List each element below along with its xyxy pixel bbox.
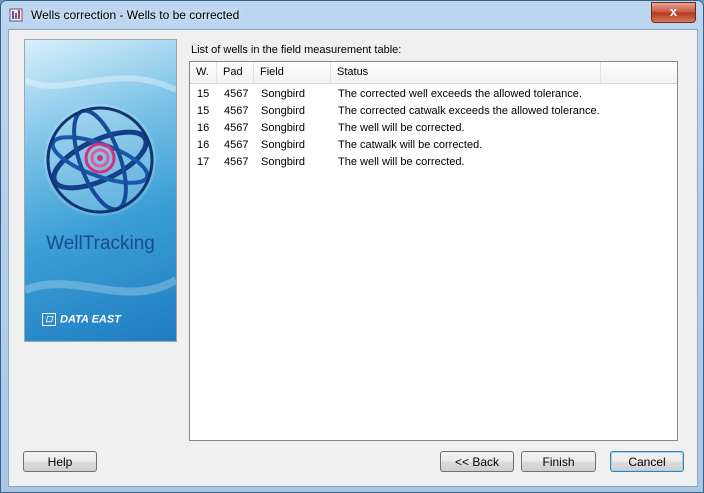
cell-status: The catwalk will be corrected. xyxy=(338,139,483,151)
company-mark-icon: ☐ xyxy=(42,313,56,326)
cell-w: 16 xyxy=(197,139,210,151)
list-header: W. Pad Field Status xyxy=(190,62,677,84)
table-row[interactable]: 15 4567 Songbird The corrected well exce… xyxy=(190,86,677,103)
cell-field: Songbird xyxy=(261,105,306,117)
cell-w: 15 xyxy=(197,105,210,117)
product-banner: WellTracking ☐ DATA EAST xyxy=(24,39,177,342)
cell-field: Songbird xyxy=(261,156,306,168)
cell-status: The corrected well exceeds the allowed t… xyxy=(338,88,582,100)
cell-pad: 4567 xyxy=(224,156,249,168)
cell-w: 17 xyxy=(197,156,210,168)
dialog-window: Wells correction - Wells to be corrected… xyxy=(0,0,704,493)
company-logo: ☐ DATA EAST xyxy=(42,313,160,326)
cell-pad: 4567 xyxy=(224,122,249,134)
cell-w: 16 xyxy=(197,122,210,134)
table-row[interactable]: 16 4567 Songbird The well will be correc… xyxy=(190,120,677,137)
dialog-body: WellTracking ☐ DATA EAST List of wells in… xyxy=(8,29,698,487)
cell-pad: 4567 xyxy=(224,139,249,151)
product-name: WellTracking xyxy=(46,233,155,254)
cell-w: 15 xyxy=(197,88,210,100)
column-header-w[interactable]: W. xyxy=(190,62,217,83)
cell-field: Songbird xyxy=(261,122,306,134)
cancel-button[interactable]: Cancel xyxy=(610,451,684,472)
finish-button[interactable]: Finish xyxy=(521,451,596,472)
back-button[interactable]: << Back xyxy=(440,451,514,472)
column-header-field[interactable]: Field xyxy=(254,62,331,83)
cell-status: The corrected catwalk exceeds the allowe… xyxy=(338,105,600,117)
globe-logo-image xyxy=(25,75,176,296)
cell-pad: 4567 xyxy=(224,105,249,117)
table-row[interactable]: 15 4567 Songbird The corrected catwalk e… xyxy=(190,103,677,120)
table-row[interactable]: 16 4567 Songbird The catwalk will be cor… xyxy=(190,137,677,154)
help-button[interactable]: Help xyxy=(23,451,97,472)
cell-pad: 4567 xyxy=(224,88,249,100)
company-logo-text: DATA EAST xyxy=(60,313,121,326)
title-bar[interactable]: Wells correction - Wells to be corrected… xyxy=(1,1,703,29)
app-icon xyxy=(9,8,23,22)
column-header-status[interactable]: Status xyxy=(331,62,601,83)
window-title: Wells correction - Wells to be corrected xyxy=(31,8,240,22)
cell-field: Songbird xyxy=(261,139,306,151)
wells-list[interactable]: W. Pad Field Status 15 4567 Songbird The… xyxy=(189,61,678,441)
cell-field: Songbird xyxy=(261,88,306,100)
table-row[interactable]: 17 4567 Songbird The well will be correc… xyxy=(190,154,677,171)
cell-status: The well will be corrected. xyxy=(338,156,465,168)
close-button[interactable]: x xyxy=(651,2,696,23)
column-header-pad[interactable]: Pad xyxy=(217,62,254,83)
cell-status: The well will be corrected. xyxy=(338,122,465,134)
list-caption: List of wells in the field measurement t… xyxy=(191,44,402,56)
